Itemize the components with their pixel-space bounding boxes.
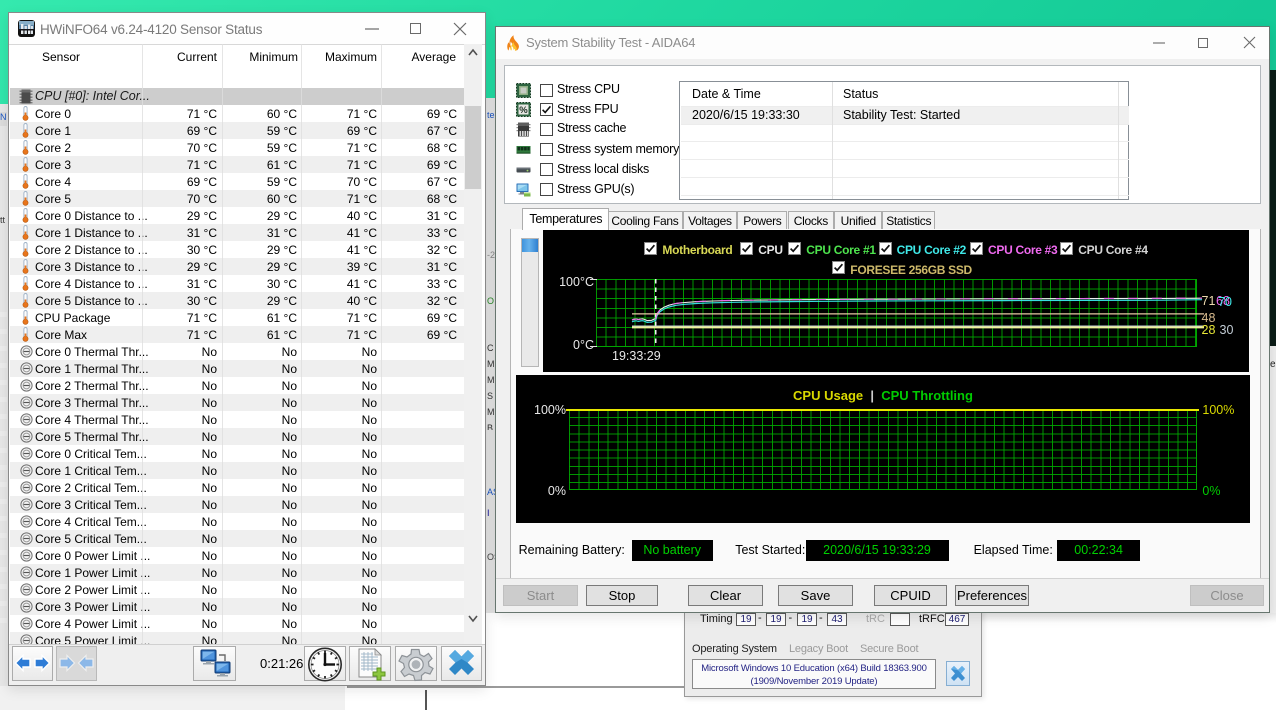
svg-text:%: % bbox=[519, 105, 528, 116]
